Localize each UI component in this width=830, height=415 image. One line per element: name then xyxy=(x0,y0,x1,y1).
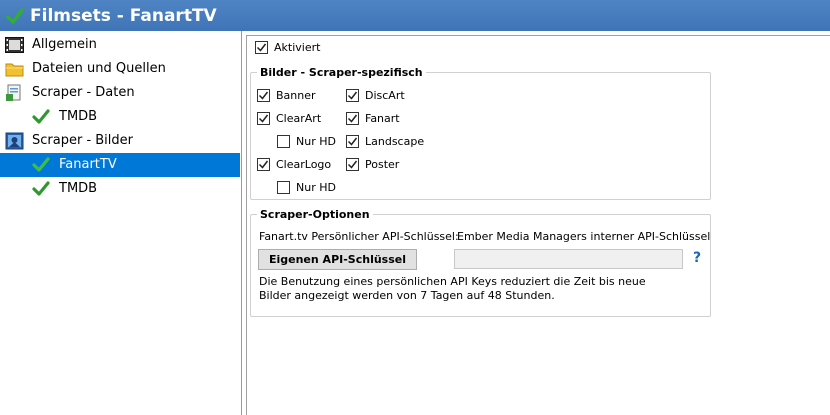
banner-checkbox[interactable]: Banner xyxy=(257,89,316,102)
api-key-description: Die Benutzung eines persönlichen API Key… xyxy=(259,275,646,302)
checkmark-icon xyxy=(347,114,358,123)
checkmark-icon xyxy=(258,91,269,100)
clearart-hd-only-checkbox[interactable]: Nur HD xyxy=(277,135,336,148)
scraper-images-icon xyxy=(5,132,24,150)
checkbox-box xyxy=(255,41,268,54)
checkmark-icon xyxy=(347,160,358,169)
nav-item-scraper-bilder-tmdb[interactable]: TMDB xyxy=(0,177,240,201)
landscape-checkbox[interactable]: Landscape xyxy=(346,135,424,148)
clearlogo-checkbox[interactable]: ClearLogo xyxy=(257,158,331,171)
scraper-data-icon xyxy=(6,84,21,101)
clearlogo-hd-only-checkbox[interactable]: Nur HD xyxy=(277,181,336,194)
checkmark-icon xyxy=(256,43,267,52)
checkmark-icon xyxy=(258,114,269,123)
group-title-images: Bilder - Scraper-spezifisch xyxy=(257,66,426,79)
film-icon xyxy=(5,37,24,53)
title-bar: Filmsets - FanartTV xyxy=(0,0,830,31)
checkmark-icon xyxy=(347,91,358,100)
check-icon xyxy=(32,157,50,172)
help-icon[interactable]: ? xyxy=(693,250,701,266)
clearart-checkbox[interactable]: ClearArt xyxy=(257,112,321,125)
checkmark-icon xyxy=(347,137,358,146)
poster-checkbox[interactable]: Poster xyxy=(346,158,399,171)
scraper-options-group: Scraper-Optionen Fanart.tv Persönlicher … xyxy=(250,208,711,317)
nav-item-scraper-bilder[interactable]: Scraper - Bilder xyxy=(0,129,240,153)
api-key-input[interactable] xyxy=(454,249,683,269)
settings-panel: Aktiviert Bilder - Scraper-spezifisch Ba… xyxy=(246,35,830,415)
nav-item-dateien-und-quellen[interactable]: Dateien und Quellen xyxy=(0,57,240,81)
nav-item-scraper-daten-tmdb[interactable]: TMDB xyxy=(0,105,240,129)
own-api-key-button[interactable]: Eigenen API-Schlüssel xyxy=(258,249,417,270)
fanart-checkbox[interactable]: Fanart xyxy=(346,112,400,125)
folder-icon xyxy=(5,63,24,77)
check-icon xyxy=(32,181,50,196)
images-scraper-group: Bilder - Scraper-spezifisch Banner Clear… xyxy=(250,66,711,200)
api-key-internal-label: Ember Media Managers interner API-Schlüs… xyxy=(457,230,711,243)
discart-checkbox[interactable]: DiscArt xyxy=(346,89,405,102)
group-title-scraper-options: Scraper-Optionen xyxy=(257,208,373,221)
check-icon xyxy=(6,7,24,24)
check-icon xyxy=(32,109,50,124)
settings-nav-tree: Allgemein Dateien und Quellen Scraper - … xyxy=(0,31,242,415)
nav-item-allgemein[interactable]: Allgemein xyxy=(0,33,240,57)
window-title: Filmsets - FanartTV xyxy=(30,5,217,26)
checkmark-icon xyxy=(258,160,269,169)
nav-item-scraper-bilder-fanarttv[interactable]: FanartTV xyxy=(0,153,240,177)
api-key-label: Fanart.tv Persönlicher API-Schlüssel: xyxy=(259,230,459,243)
enabled-checkbox[interactable]: Aktiviert xyxy=(255,41,320,54)
nav-item-scraper-daten[interactable]: Scraper - Daten xyxy=(0,81,240,105)
